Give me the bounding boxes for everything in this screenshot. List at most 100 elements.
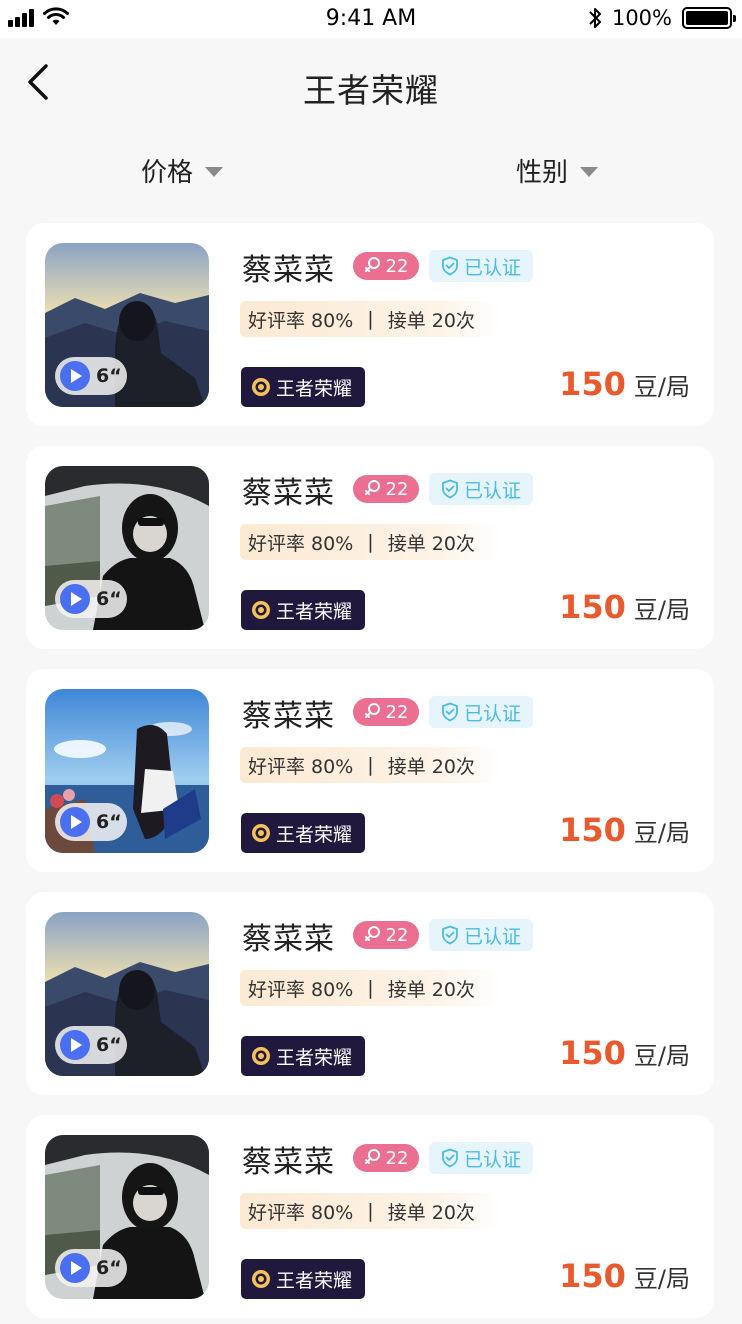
stats-bar: 好评率 80% | 接单 20次 <box>240 970 500 1006</box>
game-name: 王者荣耀 <box>276 377 353 400</box>
verified-badge: 已认证 <box>429 1142 533 1174</box>
female-icon <box>364 1149 380 1164</box>
female-icon <box>364 926 380 941</box>
video-duration: 6“ <box>96 588 122 610</box>
stats-divider: | <box>367 531 374 553</box>
price: 150 豆/局 <box>559 1257 690 1295</box>
stats-bar: 好评率 80% | 接单 20次 <box>240 747 500 783</box>
video-duration: 6“ <box>96 811 122 833</box>
companion-card[interactable]: 6“ 蔡菜菜 22 已认证 好评率 80% | 接单 20次 王者荣耀 150 … <box>26 223 714 426</box>
companion-card[interactable]: 6“ 蔡菜菜 22 已认证 好评率 80% | 接单 20次 王者荣耀 150 … <box>26 892 714 1095</box>
price: 150 豆/局 <box>559 588 690 626</box>
play-icon <box>60 361 90 391</box>
price-value: 150 <box>559 588 626 626</box>
game-tag: 王者荣耀 <box>241 590 365 630</box>
battery-percent: 100% <box>611 6 672 30</box>
battery-icon <box>682 7 736 29</box>
age-value: 22 <box>385 701 409 723</box>
age-value: 22 <box>385 255 409 277</box>
price: 150 豆/局 <box>559 1034 690 1072</box>
verified-badge: 已认证 <box>429 696 533 728</box>
age-value: 22 <box>385 478 409 500</box>
stats-divider: | <box>367 308 374 330</box>
bluetooth-icon <box>589 8 601 28</box>
companion-card[interactable]: 6“ 蔡菜菜 22 已认证 好评率 80% | 接单 20次 王者荣耀 150 … <box>26 446 714 649</box>
age-value: 22 <box>385 924 409 946</box>
shield-check-icon <box>442 702 458 722</box>
companion-card[interactable]: 6“ 蔡菜菜 22 已认证 好评率 80% | 接单 20次 王者荣耀 150 … <box>26 669 714 872</box>
orders-text: 接单 20次 <box>387 532 475 555</box>
filter-price[interactable]: 价格 <box>141 152 224 189</box>
page-title: 王者荣耀 <box>303 71 439 110</box>
filter-gender[interactable]: 性别 <box>516 152 599 189</box>
video-badge[interactable]: 6“ <box>55 1026 127 1064</box>
game-name: 王者荣耀 <box>276 600 353 623</box>
price: 150 豆/局 <box>559 365 690 403</box>
game-logo-icon <box>252 378 270 396</box>
orders-text: 接单 20次 <box>387 978 475 1001</box>
companion-name: 蔡菜菜 <box>242 253 335 288</box>
verified-label: 已认证 <box>463 925 521 948</box>
orders-text: 接单 20次 <box>387 309 475 332</box>
video-badge[interactable]: 6“ <box>55 357 127 395</box>
play-icon <box>60 1030 90 1060</box>
avatar[interactable]: 6“ <box>45 243 209 407</box>
avatar[interactable]: 6“ <box>45 466 209 630</box>
filter-gender-label: 性别 <box>516 158 569 188</box>
status-bar: 9:41 AM 100% <box>0 0 742 38</box>
price-value: 150 <box>559 811 626 849</box>
price-value: 150 <box>559 1257 626 1295</box>
game-name: 王者荣耀 <box>276 1046 353 1069</box>
stats-bar: 好评率 80% | 接单 20次 <box>240 301 500 337</box>
shield-check-icon <box>442 1148 458 1168</box>
game-tag: 王者荣耀 <box>241 367 365 407</box>
caret-down-icon <box>580 166 599 177</box>
game-logo-icon <box>252 824 270 842</box>
shield-check-icon <box>442 925 458 945</box>
price-unit: 豆/局 <box>633 373 690 401</box>
age-badge: 22 <box>353 252 419 280</box>
avatar[interactable]: 6“ <box>45 689 209 853</box>
shield-check-icon <box>442 256 458 276</box>
avatar[interactable]: 6“ <box>45 1135 209 1299</box>
female-icon <box>364 703 380 718</box>
shield-check-icon <box>442 479 458 499</box>
price-value: 150 <box>559 1034 626 1072</box>
verified-badge: 已认证 <box>429 919 533 951</box>
age-value: 22 <box>385 1147 409 1169</box>
companion-name: 蔡菜菜 <box>242 1145 335 1180</box>
companion-name: 蔡菜菜 <box>242 476 335 511</box>
game-logo-icon <box>252 601 270 619</box>
rating-text: 好评率 80% <box>248 532 354 555</box>
female-icon <box>364 480 380 495</box>
nav-bar: 王者荣耀 <box>0 38 742 128</box>
caret-down-icon <box>205 166 224 177</box>
game-tag: 王者荣耀 <box>241 1036 365 1076</box>
video-badge[interactable]: 6“ <box>55 1249 127 1287</box>
game-name: 王者荣耀 <box>276 823 353 846</box>
avatar[interactable]: 6“ <box>45 912 209 1076</box>
game-tag: 王者荣耀 <box>241 813 365 853</box>
filter-price-label: 价格 <box>141 158 194 188</box>
verified-label: 已认证 <box>463 479 521 502</box>
rating-text: 好评率 80% <box>248 1201 354 1224</box>
play-icon <box>60 807 90 837</box>
video-badge[interactable]: 6“ <box>55 580 127 618</box>
verified-label: 已认证 <box>463 702 521 725</box>
verified-badge: 已认证 <box>429 473 533 505</box>
stats-divider: | <box>367 754 374 776</box>
game-tag: 王者荣耀 <box>241 1259 365 1299</box>
verified-label: 已认证 <box>463 1148 521 1171</box>
video-duration: 6“ <box>96 365 122 387</box>
age-badge: 22 <box>353 921 419 949</box>
female-icon <box>364 257 380 272</box>
status-right: 100% <box>588 6 736 30</box>
companion-card[interactable]: 6“ 蔡菜菜 22 已认证 好评率 80% | 接单 20次 王者荣耀 150 … <box>26 1115 714 1318</box>
video-badge[interactable]: 6“ <box>55 803 127 841</box>
stats-divider: | <box>367 977 374 999</box>
age-badge: 22 <box>353 1144 419 1172</box>
rating-text: 好评率 80% <box>248 978 354 1001</box>
stats-bar: 好评率 80% | 接单 20次 <box>240 1193 500 1229</box>
orders-text: 接单 20次 <box>387 1201 475 1224</box>
stats-divider: | <box>367 1200 374 1222</box>
